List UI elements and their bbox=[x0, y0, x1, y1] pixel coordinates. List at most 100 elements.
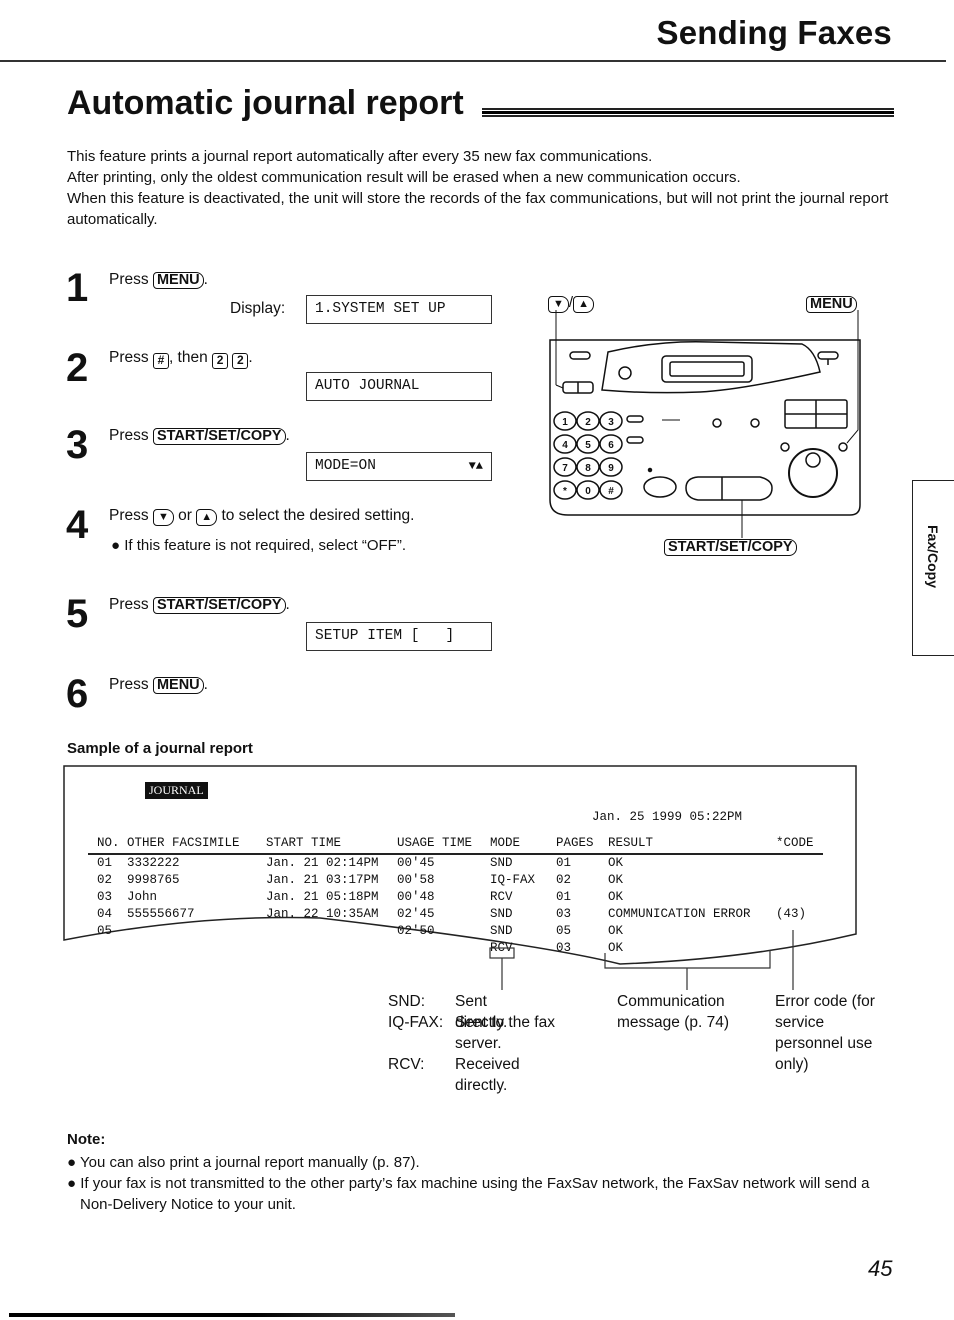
panel-led bbox=[750, 418, 760, 428]
col-header: START TIME bbox=[266, 836, 342, 850]
panel-led bbox=[780, 442, 790, 452]
step-text: , then bbox=[168, 349, 208, 366]
cell-mode: RCV bbox=[490, 890, 513, 904]
hash-key: # bbox=[152, 353, 169, 369]
bullet-text: If this feature is not required, select … bbox=[124, 537, 407, 554]
note-text: If your fax is not transmitted to the ot… bbox=[80, 1175, 870, 1213]
legend-code: RCV: bbox=[388, 1056, 425, 1073]
menu-key: MENU bbox=[152, 272, 204, 289]
cell-mode: SND bbox=[490, 907, 513, 921]
down-arrow-key: ▼ bbox=[152, 509, 174, 526]
note-title: Note: bbox=[67, 1131, 106, 1148]
start-set-copy-button bbox=[685, 476, 773, 501]
intro-line: This feature prints a journal report aut… bbox=[67, 148, 653, 165]
col-header: PAGES bbox=[556, 836, 594, 850]
punct: . bbox=[203, 676, 208, 693]
cell-pages: 01 bbox=[556, 856, 572, 870]
legend-item: SND: Sent directly. bbox=[388, 991, 507, 1031]
lcd-window bbox=[661, 355, 753, 383]
legend-desc: Received directly. bbox=[455, 1056, 520, 1094]
legend-code: IQ-FAX: bbox=[388, 1014, 444, 1031]
col-header: MODE bbox=[490, 836, 521, 850]
step-number: 5 bbox=[66, 592, 89, 636]
page-number: 45 bbox=[868, 1256, 893, 1281]
title-decoration-rules bbox=[482, 108, 894, 120]
keypad-key-label: 4 bbox=[562, 440, 568, 451]
cell-pages: 02 bbox=[556, 873, 572, 887]
step-number: 3 bbox=[66, 423, 89, 467]
legend-item: IQ-FAX: Sent to the fax server. bbox=[388, 1012, 555, 1054]
cell-result: COMMUNICATION ERROR bbox=[608, 907, 751, 921]
cell-no: 02 bbox=[97, 873, 113, 887]
intro-paragraph: This feature prints a journal report aut… bbox=[67, 146, 907, 230]
col-header: USAGE TIME bbox=[397, 836, 473, 850]
cell-pages: 01 bbox=[556, 890, 572, 904]
keypad-key-label: 0 bbox=[585, 486, 591, 497]
lcd-display: MODE=ON ▼▲ bbox=[306, 452, 492, 481]
keypad-key-label: 6 bbox=[608, 440, 614, 451]
start-set-copy-key: START/SET/COPY bbox=[152, 428, 286, 445]
punct: . bbox=[285, 427, 290, 444]
lcd-display: SETUP ITEM [ ] bbox=[306, 622, 492, 651]
digit-key: 2 bbox=[212, 353, 229, 369]
legend-desc: Sent to the fax server. bbox=[455, 1014, 555, 1052]
navigator-dial bbox=[788, 448, 838, 498]
bullet-icon: ● bbox=[67, 1175, 81, 1192]
cell-result: OK bbox=[608, 873, 624, 887]
legend-item: RCV: Received directly. bbox=[388, 1054, 520, 1094]
lcd-display: AUTO JOURNAL bbox=[306, 372, 492, 401]
cell-no: 04 bbox=[97, 907, 113, 921]
menu-key: MENU bbox=[152, 677, 204, 694]
step-number: 1 bbox=[66, 266, 89, 310]
footer-rule bbox=[9, 1313, 455, 1317]
display-label: Display: bbox=[230, 300, 286, 317]
punct: . bbox=[285, 596, 290, 613]
cell-result: OK bbox=[608, 856, 624, 870]
keypad-key-label: 1 bbox=[562, 417, 568, 428]
note-text: You can also print a journal report manu… bbox=[79, 1154, 420, 1171]
panel-led bbox=[838, 442, 848, 452]
keypad-key-label: # bbox=[608, 486, 614, 497]
step-1-instruction: Press MENU. bbox=[109, 270, 208, 290]
fax-control-panel-illustration: 1 2 3 4 5 6 7 8 9 * 0 # bbox=[549, 310, 861, 538]
display-housing bbox=[601, 340, 821, 394]
cell-usage: 02'45 bbox=[397, 907, 435, 921]
step-number: 2 bbox=[66, 346, 89, 390]
cell-result: OK bbox=[608, 890, 624, 904]
keypad-key-label: * bbox=[563, 486, 567, 497]
code-legend: Error code (for service personnel use on… bbox=[775, 993, 875, 1073]
up-arrow-key: ▲ bbox=[196, 509, 218, 526]
step-4-bullet: ● If this feature is not required, selec… bbox=[111, 536, 406, 556]
cell-start: Jan. 21 03:17PM bbox=[266, 873, 379, 887]
note-item: ● If your fax is not transmitted to the … bbox=[65, 1173, 905, 1215]
cell-mode: IQ-FAX bbox=[490, 873, 536, 887]
keypad-key-label: 8 bbox=[585, 463, 591, 474]
cell-other: 9998765 bbox=[127, 873, 180, 887]
cell-start: Jan. 21 02:14PM bbox=[266, 856, 379, 870]
note-item: ● You can also print a journal report ma… bbox=[65, 1152, 905, 1173]
journal-badge: JOURNAL bbox=[145, 782, 208, 799]
keypad-key-label: 3 bbox=[608, 417, 614, 428]
indicator-led bbox=[618, 366, 632, 380]
punct: . bbox=[248, 349, 253, 366]
step-text: Press bbox=[109, 427, 149, 444]
step-text: Press bbox=[109, 676, 149, 693]
header-underline bbox=[88, 853, 823, 855]
bullet-icon: ● bbox=[67, 1154, 80, 1171]
cell-pages: 03 bbox=[556, 907, 572, 921]
intro-line: After printing, only the oldest communic… bbox=[67, 169, 741, 186]
step-3-instruction: Press START/SET/COPY. bbox=[109, 426, 290, 446]
step-number: 6 bbox=[66, 672, 89, 716]
panel-button bbox=[569, 351, 591, 360]
col-header: RESULT bbox=[608, 836, 654, 850]
cell-other: 555556677 bbox=[127, 907, 195, 921]
cell-usage: 00'58 bbox=[397, 873, 435, 887]
result-legend: Communication message (p. 74) bbox=[617, 993, 729, 1031]
step-text: Press bbox=[109, 596, 149, 613]
panel-button bbox=[817, 351, 839, 360]
step-5-instruction: Press START/SET/COPY. bbox=[109, 595, 290, 615]
step-4-instruction: Press ▼ or ▲ to select the desired setti… bbox=[109, 506, 414, 526]
cell-start: Jan. 22 10:35AM bbox=[266, 907, 379, 921]
col-header: NO. bbox=[97, 836, 120, 850]
panel-button bbox=[626, 436, 644, 444]
